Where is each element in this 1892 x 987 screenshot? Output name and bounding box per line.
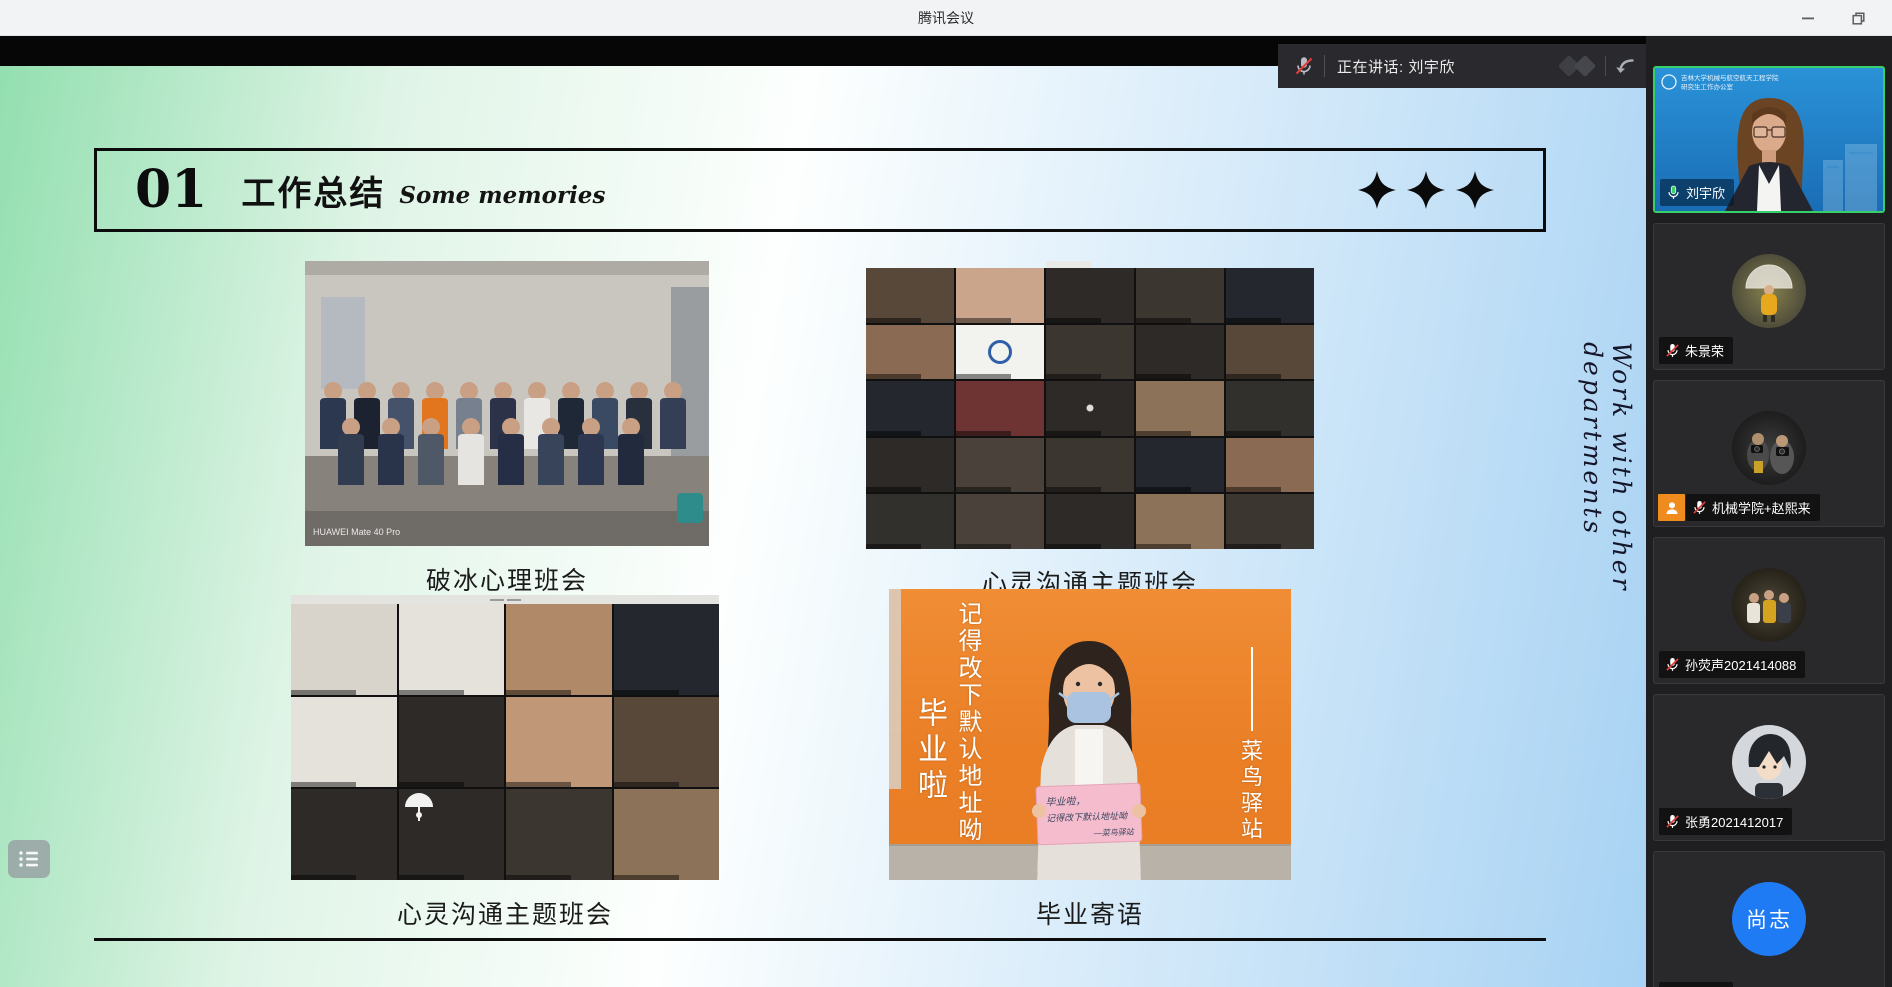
window-controls xyxy=(1796,0,1870,36)
window-title: 腾讯会议 xyxy=(918,8,974,28)
umbrella-icon xyxy=(399,789,439,829)
umbrella-avatar-art xyxy=(1732,254,1806,328)
banner-divider xyxy=(1324,55,1325,77)
speaking-banner-text: 正在讲话: 刘宇欣 xyxy=(1337,56,1455,77)
banner-icon-divider xyxy=(1605,56,1606,76)
section-subtitle: Some memories xyxy=(399,182,605,209)
sparkle-icon xyxy=(1455,170,1495,210)
slide-bottom-rule xyxy=(94,938,1546,941)
app-titlebar: 腾讯会议 xyxy=(0,0,1892,36)
participant-name: 刘宇欣 xyxy=(1686,183,1725,202)
photo-figure-meeting-2: 心灵沟通主题班会 xyxy=(291,595,719,931)
avatar xyxy=(1732,411,1806,485)
section-title: 工作总结 xyxy=(241,166,385,215)
participant-tile-yangshangzhi[interactable]: 尚志 杨尚志 xyxy=(1653,851,1885,987)
meeting-grid-photo xyxy=(866,268,1314,549)
speaking-banner: 正在讲话: 刘宇欣 xyxy=(1278,44,1646,88)
participant-tile-zhujingrong[interactable]: 朱景荣 xyxy=(1653,223,1885,370)
avatar xyxy=(1732,254,1806,328)
sparkle-decoration xyxy=(1357,170,1495,210)
minimize-button[interactable] xyxy=(1796,6,1820,30)
participant-name: 机械学院+赵熙来 xyxy=(1712,498,1811,517)
slide-header: 01 工作总结 Some memories xyxy=(94,148,1546,232)
group-photo-art: HUAWEI Mate 40 Pro xyxy=(305,261,709,546)
photo-watermark: HUAWEI Mate 40 Pro xyxy=(313,527,400,537)
minimize-icon xyxy=(1801,11,1815,25)
sparkle-icon xyxy=(1406,170,1446,210)
participant-tile-liuyuxin[interactable]: 吉林大学机械与航空航天工程学院 研究生工作办公室 xyxy=(1653,66,1885,213)
photo-vertical-text-right: 菜鸟驿站 xyxy=(1233,739,1265,843)
restore-button[interactable] xyxy=(1846,6,1870,30)
umbrella-avatar-tile xyxy=(399,789,505,880)
participant-name: 朱景荣 xyxy=(1685,341,1724,360)
participant-name-tag: 孙荧声2021414088 xyxy=(1659,651,1805,678)
participants-panel: 吉林大学机械与航空航天工程学院 研究生工作办公室 xyxy=(1646,36,1892,987)
meeting-grid-photo-2 xyxy=(291,595,719,880)
photo-caption: 破冰心理班会 xyxy=(426,561,588,597)
avatar-initials: 尚志 xyxy=(1732,882,1806,956)
annotation-diamond-icon[interactable] xyxy=(1573,54,1597,78)
participant-name-tag: 机械学院+赵熙来 xyxy=(1686,494,1820,521)
avatar xyxy=(1732,568,1806,642)
photo-vertical-text-left: 毕业啦 xyxy=(907,697,951,805)
mic-muted-icon xyxy=(1665,343,1680,358)
mini-window-titlebar xyxy=(291,595,719,604)
participant-tile-zhaoxilai[interactable]: 机械学院+赵熙来 xyxy=(1653,380,1885,527)
section-number: 01 xyxy=(135,164,207,216)
mic-on-icon xyxy=(1666,185,1681,200)
graduation-photo: 毕业啦， 记得改下默认地址呦 —菜鸟驿站 毕业啦 记得改下默认地址呦 菜鸟驿站 xyxy=(889,589,1291,880)
photo-figure-meeting-1: 心灵沟通主题班会 xyxy=(866,268,1314,600)
avatar-text: 尚志 xyxy=(1746,904,1792,934)
photo-caption: 心灵沟通主题班会 xyxy=(397,895,613,931)
university-seal-tile xyxy=(956,325,1044,380)
video-overlay-line1: 吉林大学机械与航空航天工程学院 xyxy=(1681,73,1779,82)
participant-name: 张勇2021412017 xyxy=(1685,812,1783,831)
camera-avatar-art xyxy=(1732,411,1806,485)
shared-slide: 01 工作总结 Some memories xyxy=(0,66,1646,987)
mic-muted-icon xyxy=(1665,657,1680,672)
vertical-side-text: Work with other departments xyxy=(1578,342,1636,762)
person-icon xyxy=(1664,500,1680,516)
participant-name-tag: 朱景荣 xyxy=(1659,337,1733,364)
photo-caption: 毕业寄语 xyxy=(1036,895,1144,931)
participant-tile-zhangyong[interactable]: 张勇2021412017 xyxy=(1653,694,1885,841)
sign-text-line3: —菜鸟驿站 xyxy=(1093,827,1135,837)
member-badge xyxy=(1658,494,1685,521)
photo-figure-icebreaker: HUAWEI Mate 40 Pro 破冰心理班会 xyxy=(305,261,709,597)
mic-muted-icon xyxy=(1665,814,1680,829)
mic-muted-icon xyxy=(1692,500,1707,515)
mini-window-titlebar xyxy=(1046,261,1092,268)
self-muted-mic-icon xyxy=(1294,56,1314,76)
sparkle-icon xyxy=(1357,170,1397,210)
meeting-grid xyxy=(291,604,719,880)
group-avatar-art xyxy=(1732,568,1806,642)
participant-name: 孙荧声2021414088 xyxy=(1685,655,1796,674)
outline-button[interactable] xyxy=(8,840,50,878)
anime-avatar-art xyxy=(1732,725,1806,799)
screen-share-area: 01 工作总结 Some memories xyxy=(0,36,1646,987)
restore-icon xyxy=(1851,11,1866,26)
meeting-grid xyxy=(866,268,1314,549)
participant-name-tag: 杨尚志 xyxy=(1659,982,1733,987)
meeting-window-body: 01 工作总结 Some memories xyxy=(0,36,1892,987)
video-overlay-line2: 研究生工作办公室 xyxy=(1681,82,1734,91)
photo-divider-line xyxy=(1251,647,1253,731)
photo-vertical-text-column: 记得改下默认地址呦 xyxy=(951,601,986,869)
photo-figure-graduation: 毕业啦， 记得改下默认地址呦 —菜鸟驿站 毕业啦 记得改下默认地址呦 菜鸟驿站 … xyxy=(889,589,1291,931)
undo-arrow-icon[interactable] xyxy=(1614,55,1636,77)
participant-name-tag: 刘宇欣 xyxy=(1660,179,1734,206)
group-photo: HUAWEI Mate 40 Pro xyxy=(305,261,709,546)
participant-tile-sunyingsheng[interactable]: 孙荧声2021414088 xyxy=(1653,537,1885,684)
list-icon xyxy=(17,849,41,869)
participant-name-tag: 张勇2021412017 xyxy=(1659,808,1792,835)
avatar xyxy=(1732,725,1806,799)
sign-text-line1: 毕业啦， xyxy=(1045,795,1085,808)
